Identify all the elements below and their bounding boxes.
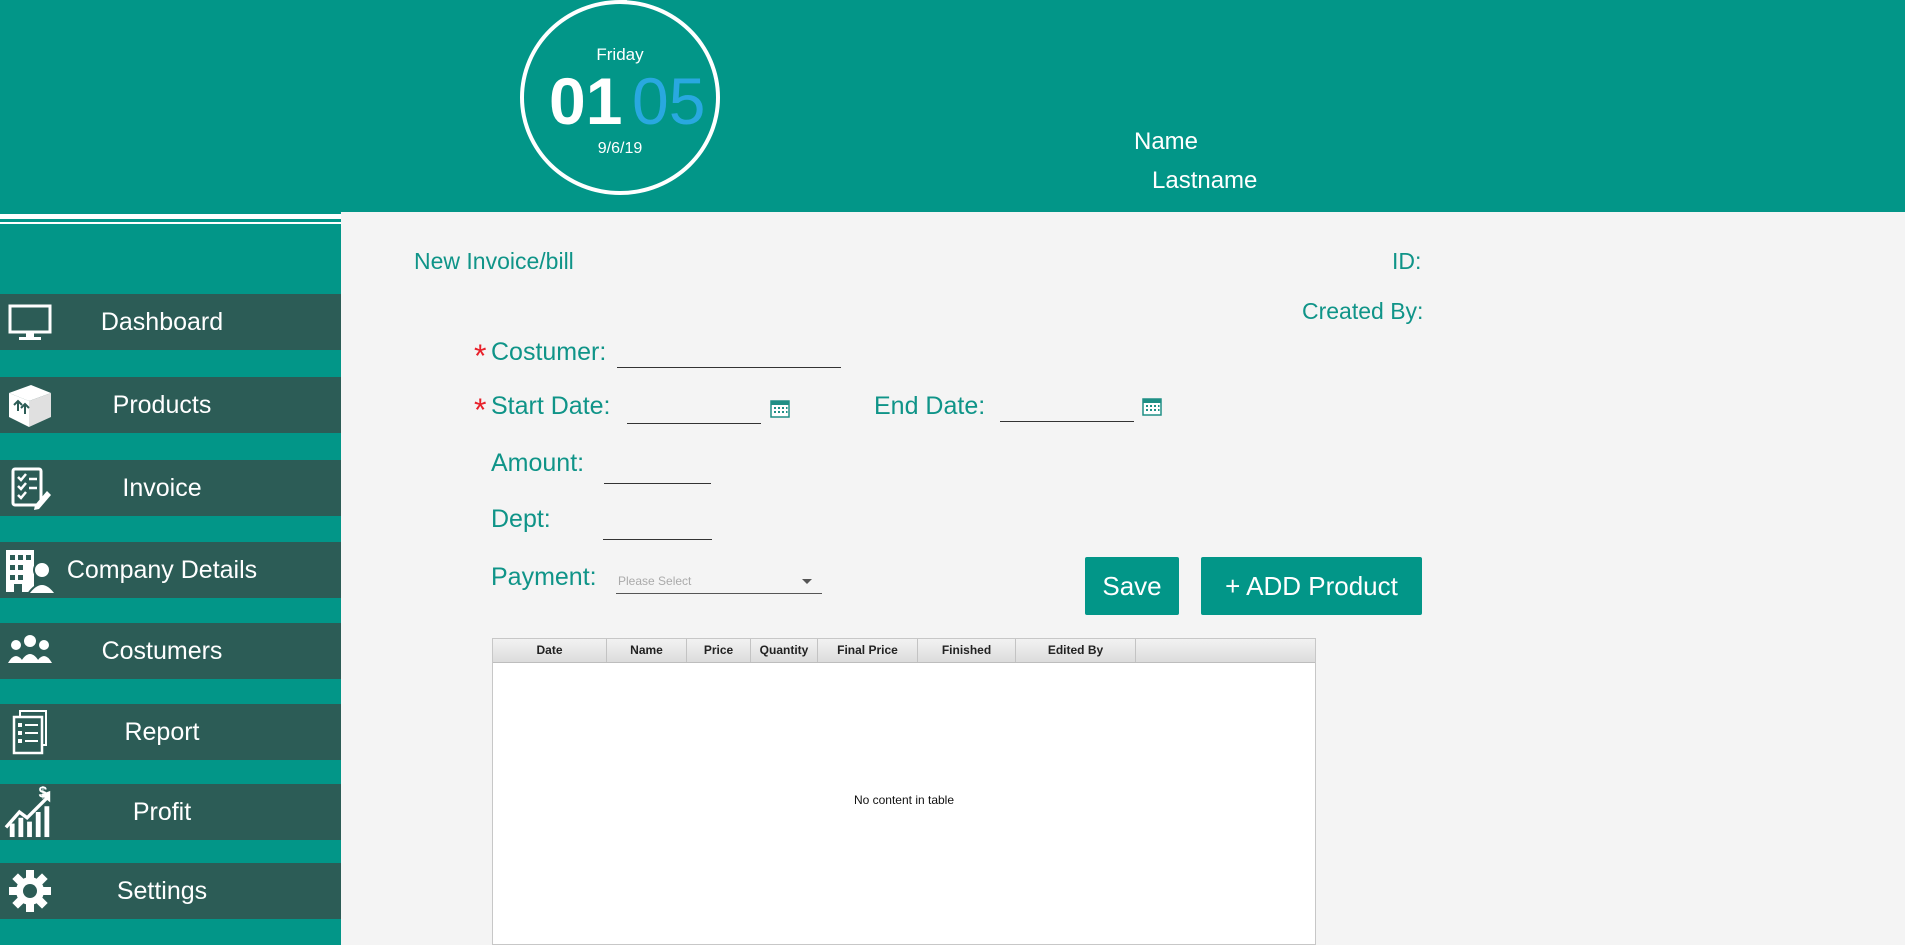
- column-header-price[interactable]: Price: [687, 639, 751, 662]
- required-mark: *: [474, 392, 487, 428]
- sidebar-item-costumers[interactable]: Costumers: [0, 623, 341, 679]
- chevron-down-icon: [802, 579, 812, 584]
- column-header-date[interactable]: Date: [493, 639, 607, 662]
- products-table[interactable]: Date Name Price Quantity Final Price Fin…: [492, 638, 1316, 945]
- sidebar-item-dashboard[interactable]: Dashboard: [0, 294, 341, 350]
- sidebar-item-label: Invoice: [122, 474, 202, 502]
- calendar-icon[interactable]: [770, 398, 790, 418]
- sidebar-item-profit[interactable]: $ Profit: [0, 784, 341, 840]
- sidebar-item-products[interactable]: Products: [0, 377, 341, 433]
- column-header-name[interactable]: Name: [607, 639, 687, 662]
- clock-widget: Friday 01 05 9/6/19: [520, 0, 720, 195]
- user-name: Name: [1134, 128, 1199, 155]
- sidebar-item-label: Products: [112, 391, 212, 419]
- sidebar-item-label: Dashboard: [100, 308, 224, 336]
- clock-date: 9/6/19: [597, 140, 643, 157]
- clock-tick-mark: [621, 0, 627, 4]
- column-header-edited-by[interactable]: Edited By: [1016, 639, 1136, 662]
- id-label: ID:: [1392, 248, 1422, 274]
- sidebar-divider: [0, 222, 341, 224]
- sidebar-item-label: Costumers: [101, 637, 223, 665]
- payment-label: Payment:: [491, 563, 597, 591]
- sidebar-item-report[interactable]: Report: [0, 704, 341, 760]
- customer-field[interactable]: [617, 367, 841, 368]
- table-empty-message: No content in table: [853, 793, 955, 807]
- table-header: Date Name Price Quantity Final Price Fin…: [493, 639, 1315, 663]
- dept-field[interactable]: [603, 539, 712, 540]
- sidebar-item-label: Company Details: [66, 556, 258, 584]
- sidebar-item-settings[interactable]: Settings: [0, 863, 343, 919]
- amount-field[interactable]: [604, 483, 711, 484]
- payment-select-placeholder: Please Select: [618, 574, 692, 588]
- add-product-button[interactable]: + ADD Product: [1201, 557, 1422, 615]
- dept-label: Dept:: [491, 505, 551, 533]
- sidebar-divider: [0, 214, 341, 219]
- customer-label: Costumer:: [491, 338, 607, 366]
- sidebar-item-label: Settings: [116, 877, 208, 905]
- column-header-finished[interactable]: Finished: [918, 639, 1016, 662]
- clock-day: Friday: [596, 45, 644, 64]
- start-date-field[interactable]: [627, 423, 761, 424]
- payment-select-underline: [616, 593, 822, 594]
- sidebar-item-label: Profit: [132, 798, 192, 826]
- page-title: New Invoice/bill: [414, 248, 574, 274]
- sidebar: Dashboard Products Invoice Company Detai…: [0, 212, 343, 945]
- sidebar-item-label: Report: [124, 718, 200, 746]
- payment-select[interactable]: Please Select: [616, 565, 822, 595]
- column-header-final-price[interactable]: Final Price: [818, 639, 918, 662]
- clock-minute: 05: [632, 64, 706, 138]
- sidebar-item-company-details[interactable]: Company Details: [0, 542, 341, 598]
- end-date-label: End Date:: [874, 392, 986, 420]
- created-by-label: Created By:: [1302, 298, 1424, 324]
- end-date-field[interactable]: [1000, 421, 1134, 422]
- calendar-icon[interactable]: [1142, 396, 1162, 416]
- required-mark: *: [474, 338, 487, 374]
- column-header-quantity[interactable]: Quantity: [751, 639, 818, 662]
- user-lastname: Lastname: [1152, 167, 1258, 194]
- sidebar-item-invoice[interactable]: Invoice: [0, 460, 341, 516]
- amount-label: Amount:: [491, 449, 585, 477]
- save-button[interactable]: Save: [1085, 557, 1179, 615]
- header-bar: Friday 01 05 9/6/19 Name Lastname: [0, 0, 1905, 212]
- start-date-label: Start Date:: [491, 392, 611, 420]
- clock-hour: 01: [549, 64, 623, 138]
- invoice-form-panel: New Invoice/bill ID: Created By: * Costu…: [341, 212, 1905, 945]
